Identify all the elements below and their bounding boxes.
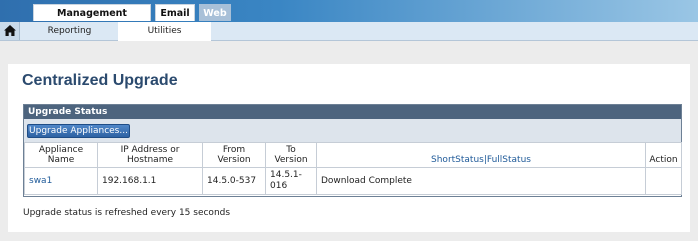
upgrade-appliances-button[interactable]: Upgrade Appliances... — [27, 124, 130, 138]
appliance-link[interactable]: swa1 — [29, 176, 52, 186]
cell-ip-host: 192.168.1.1 — [97, 167, 203, 195]
home-icon — [4, 25, 16, 36]
col-status: ShortStatus|FullStatus — [316, 142, 646, 168]
tab-email[interactable]: Email — [155, 4, 195, 21]
page-title: Centralized Upgrade — [22, 72, 178, 89]
main-panel: Centralized Upgrade Upgrade Status Upgra… — [8, 64, 690, 232]
table-header-row: Appliance Name IP Address or Hostname Fr… — [24, 142, 682, 168]
refresh-note: Upgrade status is refreshed every 15 sec… — [23, 208, 231, 218]
cell-status: Download Complete — [316, 167, 646, 195]
col-to-version: To Version — [265, 142, 317, 168]
tab-management-appliance[interactable]: Management Appliance — [33, 4, 151, 36]
col-ip-hostname: IP Address or Hostname — [97, 142, 203, 168]
upgrade-status-header: Upgrade Status — [24, 105, 681, 119]
table-row: swa1 192.168.1.1 14.5.0-537 14.5.1-016 D… — [24, 167, 682, 195]
top-header: Management Appliance Email Web — [0, 0, 698, 36]
full-status-link[interactable]: FullStatus — [487, 155, 531, 165]
cell-to-version: 14.5.1-016 — [265, 167, 317, 195]
nav-reporting[interactable]: Reporting — [21, 22, 118, 40]
upgrade-toolbar: Upgrade Appliances... — [24, 119, 681, 142]
tab-web[interactable]: Web — [199, 4, 231, 21]
home-button[interactable] — [0, 22, 20, 40]
short-status-link[interactable]: ShortStatus — [431, 155, 484, 165]
col-appliance-name: Appliance Name — [24, 142, 98, 168]
cell-from-version: 14.5.0-537 — [202, 167, 266, 195]
cell-action — [645, 167, 682, 195]
upgrade-status-table: Appliance Name IP Address or Hostname Fr… — [24, 142, 682, 195]
col-action: Action — [645, 142, 682, 168]
cell-appliance-name[interactable]: swa1 — [24, 167, 98, 195]
nav-utilities[interactable]: Utilities — [118, 22, 211, 41]
upgrade-status-box: Upgrade Status Upgrade Appliances... App… — [23, 104, 682, 197]
col-from-version: From Version — [202, 142, 266, 168]
sub-navigation: Reporting Utilities — [0, 22, 698, 41]
